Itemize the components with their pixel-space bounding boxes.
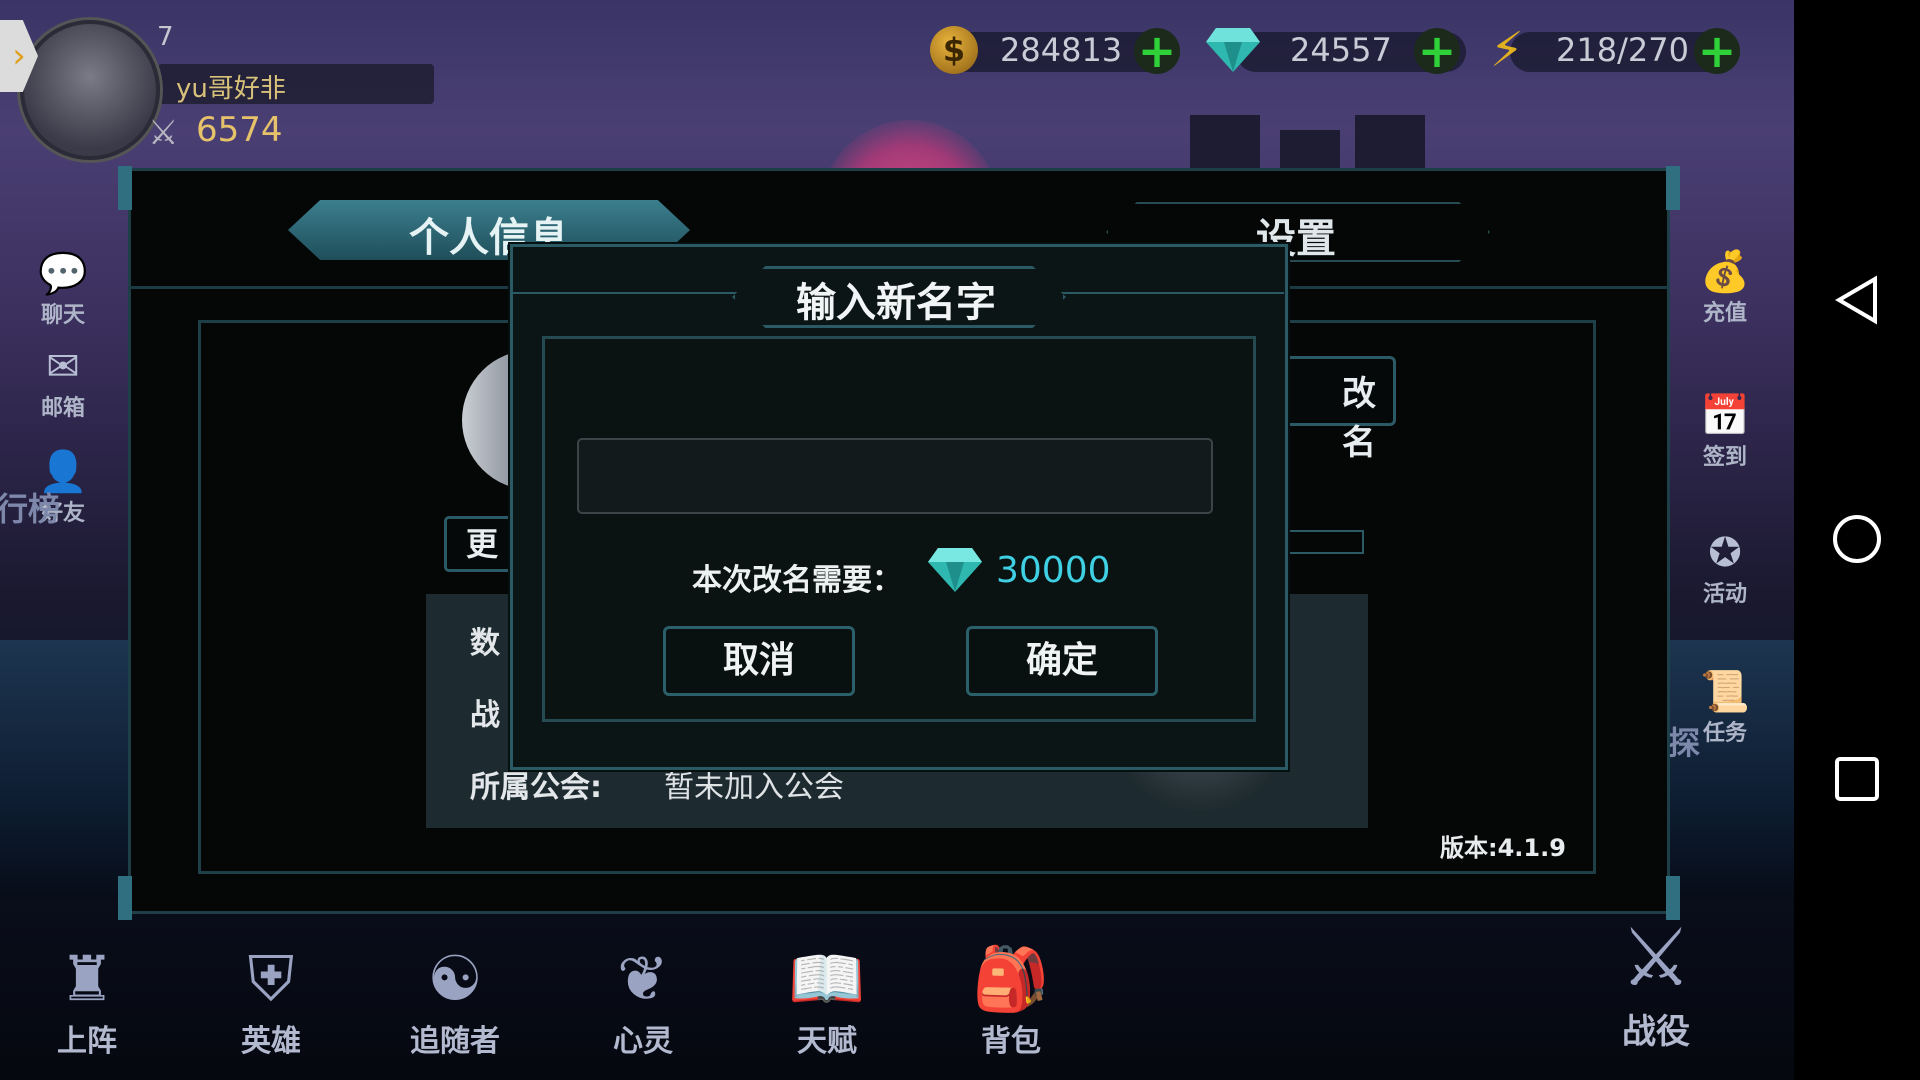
- chat-icon: 💬: [38, 251, 88, 297]
- crossed-swords-icon: ⚔: [1620, 911, 1692, 1004]
- exp-progress-bar: [1284, 530, 1364, 554]
- diamond-icon: [1206, 28, 1260, 72]
- info-row-data: 数: [470, 626, 500, 661]
- back-icon[interactable]: [1832, 275, 1882, 325]
- rename-cost-label: 本次改名需要：: [692, 563, 902, 598]
- backpack-button[interactable]: 🎒 背包: [946, 948, 1076, 1060]
- info-row-battle: 战: [470, 698, 500, 733]
- signin-button[interactable]: 📅 签到: [1680, 392, 1770, 471]
- mail-label: 邮箱: [40, 396, 85, 421]
- dialog-title: 输入新名字: [796, 280, 996, 326]
- hero-button[interactable]: ⛨ 英雄: [206, 948, 336, 1060]
- recents-icon[interactable]: [1832, 754, 1882, 804]
- chat-button[interactable]: 💬 聊天: [18, 250, 108, 329]
- panel-corner: [118, 166, 132, 210]
- add-energy-button[interactable]: +: [1694, 28, 1740, 74]
- spirit-label: 心灵: [613, 1024, 673, 1059]
- event-button[interactable]: ✪ 活动: [1680, 530, 1770, 608]
- formation-icon: ♜: [59, 942, 115, 1015]
- panel-corner: [118, 876, 132, 920]
- diamond-icon: [928, 548, 982, 592]
- battle-label: 战役: [1622, 1012, 1690, 1052]
- new-name-input[interactable]: [577, 438, 1213, 514]
- confirm-button[interactable]: 确定: [966, 626, 1158, 696]
- castle-silhouette: [1280, 130, 1340, 170]
- formation-label: 上阵: [57, 1024, 117, 1059]
- castle-silhouette: [1190, 115, 1260, 170]
- diamond-value: 24557: [1290, 31, 1392, 69]
- spirit-wings-icon: ❦: [617, 942, 669, 1015]
- battle-button[interactable]: ⚔ 战役: [1586, 918, 1726, 1053]
- panel-corner: [1666, 166, 1680, 210]
- mail-button[interactable]: ✉ 邮箱: [18, 344, 108, 422]
- hero-label: 英雄: [241, 1024, 301, 1059]
- recharge-button[interactable]: 💰 充值: [1680, 248, 1770, 327]
- change-avatar-button[interactable]: 更: [444, 516, 520, 572]
- player-power: 6574: [196, 110, 283, 150]
- talent-book-icon: 📖: [788, 942, 866, 1015]
- panel-corner: [1666, 876, 1680, 920]
- explore-peek-label[interactable]: 探: [1668, 718, 1700, 764]
- player-level: 7: [157, 22, 174, 52]
- follower-button[interactable]: ☯ 追随者: [390, 948, 520, 1060]
- recharge-label: 充值: [1702, 301, 1747, 326]
- chat-label: 聊天: [40, 303, 85, 328]
- player-name: yu哥好非: [176, 74, 286, 104]
- event-icon: ✪: [1708, 530, 1742, 576]
- gold-value: 284813: [1000, 31, 1123, 69]
- calendar-check-icon: 📅: [1700, 393, 1750, 439]
- signin-label: 签到: [1702, 445, 1747, 470]
- version-label: 版本:4.1.9: [1440, 834, 1566, 862]
- castle-silhouette: [1355, 115, 1425, 170]
- backpack-label: 背包: [981, 1024, 1041, 1059]
- cancel-button[interactable]: 取消: [663, 626, 855, 696]
- moneybag-icon: 💰: [1700, 249, 1750, 295]
- mail-icon: ✉: [46, 344, 80, 390]
- hero-armor-icon: ⛨: [247, 942, 295, 1015]
- lightning-icon: ⚡: [1490, 22, 1524, 78]
- crossed-swords-icon: ⚔: [148, 113, 179, 153]
- game-screen: › 7 yu哥好非 ⚔ 6574 $ 284813 + 24557 + ⚡ 21…: [0, 0, 1794, 1080]
- add-diamond-button[interactable]: +: [1414, 28, 1460, 74]
- system-navigation-bar: [1794, 0, 1920, 1080]
- gold-coin-icon: $: [930, 26, 978, 74]
- quest-scroll-icon: 📜: [1700, 669, 1750, 715]
- talent-button[interactable]: 📖 天赋: [762, 948, 892, 1060]
- formation-button[interactable]: ♜ 上阵: [22, 948, 152, 1060]
- talent-label: 天赋: [797, 1024, 857, 1059]
- add-gold-button[interactable]: +: [1134, 28, 1180, 74]
- spirit-button[interactable]: ❦ 心灵: [578, 948, 708, 1060]
- backpack-icon: 🎒: [972, 942, 1050, 1015]
- leaderboard-peek-label[interactable]: 行榜: [0, 484, 60, 530]
- rename-button-label: 改名: [1342, 374, 1376, 463]
- event-label: 活动: [1702, 582, 1747, 607]
- energy-value: 218/270: [1556, 31, 1689, 69]
- follower-icon: ☯: [427, 942, 483, 1015]
- home-icon[interactable]: [1832, 514, 1882, 564]
- rename-cost-value: 30000: [996, 550, 1111, 591]
- follower-label: 追随者: [410, 1024, 500, 1059]
- player-avatar[interactable]: [20, 20, 160, 160]
